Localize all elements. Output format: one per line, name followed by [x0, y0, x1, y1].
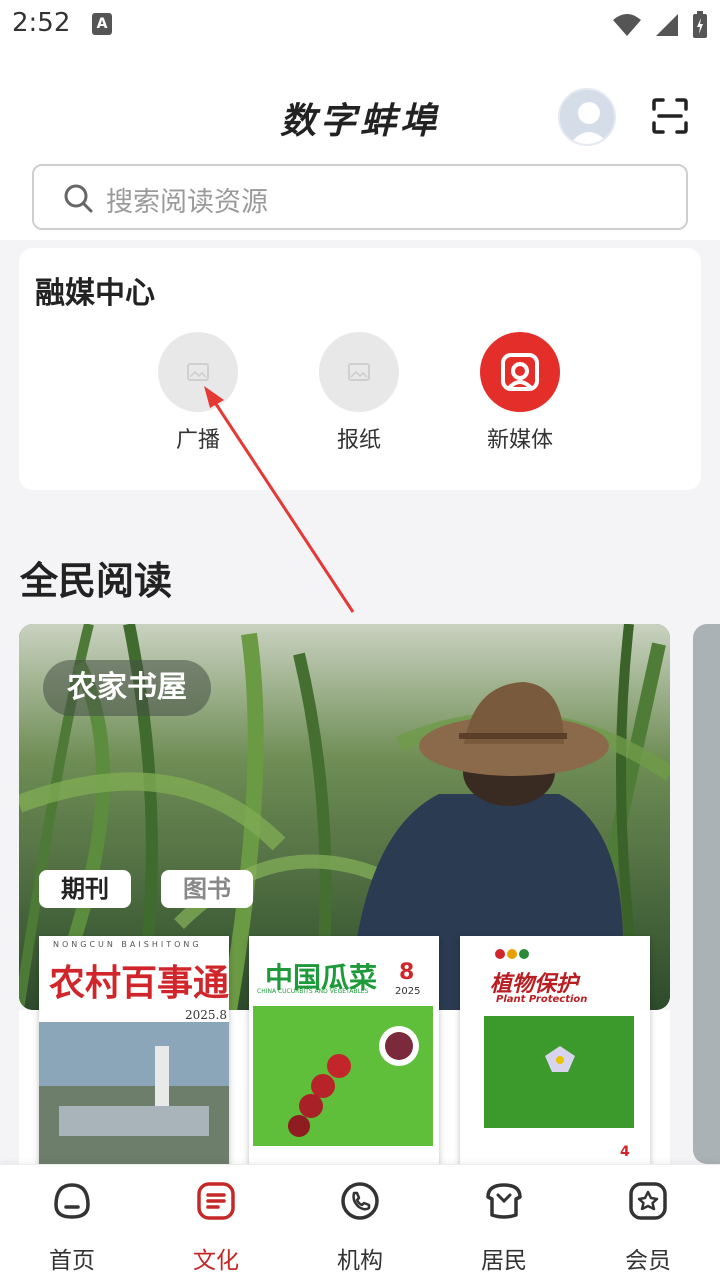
book-subtitle: NONGCUN BAISHITONG: [53, 940, 202, 949]
tab-label: 文化: [193, 1248, 239, 1274]
book-subtitle: Plant Protection: [496, 994, 588, 1005]
media-item-broadcast[interactable]: 广播: [148, 332, 248, 454]
bottom-tab-bar: 首页 文化 机构 居民 会员: [0, 1164, 720, 1280]
new-media-icon: [480, 332, 560, 412]
tab-label: 首页: [49, 1248, 95, 1274]
notification-icon: A: [92, 13, 112, 35]
tab-label: 机构: [337, 1248, 383, 1274]
tab-culture[interactable]: 文化: [156, 1179, 276, 1275]
status-time: 2:52: [12, 8, 71, 38]
tag-periodical[interactable]: 期刊: [39, 870, 131, 908]
header: 数字蚌埠 搜索阅读资源: [0, 50, 720, 240]
resident-icon: [486, 1183, 522, 1219]
battery-icon: [693, 11, 707, 38]
book-issue: 4: [620, 1144, 630, 1160]
tag-books[interactable]: 图书: [161, 870, 253, 908]
media-item-label: 新媒体: [486, 428, 553, 453]
media-center-card: 融媒中心 广播 报纸 新媒体: [19, 248, 701, 490]
scan-icon[interactable]: [650, 96, 690, 136]
book-cover[interactable]: 中国瓜菜 CHINA CUCURBITS AND VEGETABLES 8 20…: [249, 936, 439, 1168]
tab-members[interactable]: 会员: [588, 1179, 708, 1275]
media-item-label: 广播: [175, 428, 220, 453]
tab-home[interactable]: 首页: [12, 1179, 132, 1275]
culture-icon: [197, 1182, 235, 1220]
status-bar: 2:52 A: [0, 0, 720, 50]
media-item-new-media[interactable]: 新媒体: [470, 332, 570, 454]
book-year: 2025: [395, 986, 421, 997]
book-cover[interactable]: 植物保护 Plant Protection 4: [460, 936, 650, 1168]
search-placeholder: 搜索阅读资源: [106, 187, 268, 218]
search-input[interactable]: 搜索阅读资源: [32, 164, 688, 230]
book-cover[interactable]: NONGCUN BAISHITONG 农村百事通 2025.8: [39, 936, 229, 1168]
media-center-title: 融媒中心: [35, 276, 155, 311]
banner-badge: 农家书屋: [43, 660, 211, 716]
home-icon: [54, 1183, 90, 1219]
status-icons: [612, 10, 708, 40]
avatar[interactable]: [558, 88, 616, 146]
phone-icon: [341, 1182, 379, 1220]
member-icon: [629, 1182, 667, 1220]
book-subtitle: CHINA CUCURBITS AND VEGETABLES: [257, 988, 369, 995]
media-item-newspaper[interactable]: 报纸: [309, 332, 409, 454]
book-title: 农村百事通: [49, 963, 229, 1004]
search-icon: [64, 184, 93, 213]
book-issue: 8: [399, 960, 415, 985]
tab-label: 会员: [625, 1248, 671, 1274]
next-banner-peek[interactable]: [693, 624, 720, 1164]
section-title-reading: 全民阅读: [20, 559, 173, 603]
image-placeholder-icon: [158, 332, 238, 412]
media-item-label: 报纸: [336, 428, 381, 453]
signal-icon: [656, 14, 678, 36]
tab-label: 居民: [481, 1248, 527, 1274]
tab-institutions[interactable]: 机构: [300, 1179, 420, 1275]
wifi-icon: [613, 14, 641, 36]
image-placeholder-icon: [319, 332, 399, 412]
book-issue: 2025.8: [185, 1008, 227, 1022]
tab-residents[interactable]: 居民: [444, 1179, 564, 1275]
